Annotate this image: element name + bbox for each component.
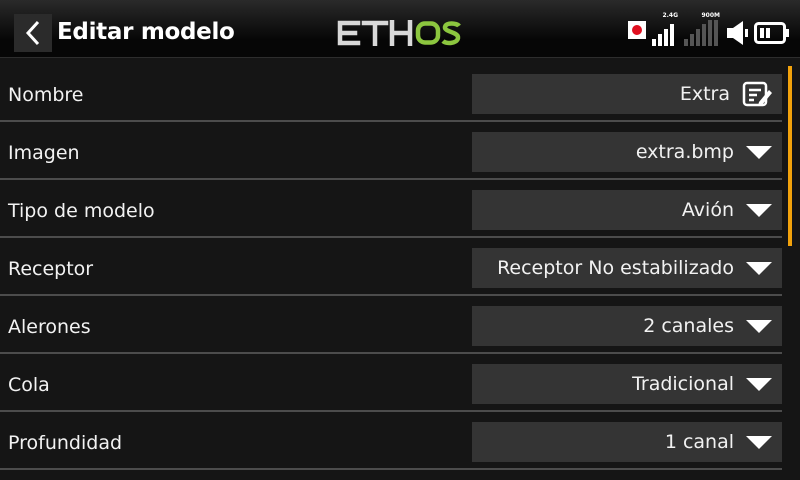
dropdown-arrow-icon bbox=[746, 377, 772, 391]
setting-label: Receptor bbox=[8, 258, 94, 280]
name-field[interactable]: Extra bbox=[472, 74, 782, 114]
signal-2-4g-label: 2.4G bbox=[662, 12, 678, 19]
status-icons: 2.4G 900M bbox=[628, 12, 790, 46]
receiver-dropdown[interactable]: Receptor No estabilizado bbox=[472, 248, 782, 288]
setting-row-profundidad: Profundidad 1 canal bbox=[0, 412, 800, 470]
setting-value: Extra bbox=[679, 83, 730, 105]
speaker-icon bbox=[727, 21, 748, 45]
signal-2-4g-icon: 2.4G bbox=[652, 12, 678, 46]
setting-value: Receptor No estabilizado bbox=[497, 257, 734, 279]
setting-value: Tradicional bbox=[632, 373, 734, 395]
setting-value: Avión bbox=[681, 199, 734, 221]
setting-label: Nombre bbox=[8, 84, 84, 106]
setting-row-receptor: Receptor Receptor No estabilizado bbox=[0, 238, 800, 296]
signal-900m-icon: 900M bbox=[684, 12, 720, 46]
setting-value: 1 canal bbox=[664, 431, 734, 453]
elevator-dropdown[interactable]: 1 canal bbox=[472, 422, 782, 462]
dropdown-arrow-icon bbox=[746, 319, 772, 333]
setting-label: Imagen bbox=[8, 142, 80, 164]
settings-list: Nombre Extra Imagen extra.bmp Tipo de mo… bbox=[0, 64, 800, 470]
setting-label: Tipo de modelo bbox=[8, 200, 155, 222]
setting-row-cola: Cola Tradicional bbox=[0, 354, 800, 412]
tail-dropdown[interactable]: Tradicional bbox=[472, 364, 782, 404]
edit-icon bbox=[742, 81, 772, 107]
model-type-dropdown[interactable]: Avión bbox=[472, 190, 782, 230]
row-divider bbox=[0, 468, 782, 470]
setting-row-tipo-de-modelo: Tipo de modelo Avión bbox=[0, 180, 800, 238]
setting-row-imagen: Imagen extra.bmp bbox=[0, 122, 800, 180]
setting-label: Profundidad bbox=[8, 432, 123, 454]
setting-value: 2 canales bbox=[643, 315, 734, 337]
chevron-left-icon bbox=[25, 20, 40, 46]
setting-row-nombre: Nombre Extra bbox=[0, 64, 800, 122]
dropdown-arrow-icon bbox=[746, 145, 772, 159]
setting-label: Alerones bbox=[8, 316, 91, 338]
dropdown-arrow-icon bbox=[746, 261, 772, 275]
setting-value: extra.bmp bbox=[635, 141, 734, 163]
dropdown-arrow-icon bbox=[746, 203, 772, 217]
scrollbar[interactable] bbox=[788, 66, 792, 246]
battery-icon bbox=[754, 22, 789, 44]
setting-label: Cola bbox=[8, 374, 50, 396]
image-dropdown[interactable]: extra.bmp bbox=[472, 132, 782, 172]
setting-row-alerones: Alerones 2 canales bbox=[0, 296, 800, 354]
dropdown-arrow-icon bbox=[746, 435, 772, 449]
record-icon bbox=[628, 21, 646, 39]
back-button[interactable] bbox=[14, 14, 52, 52]
ailerons-dropdown[interactable]: 2 canales bbox=[472, 306, 782, 346]
page-title: Editar modelo bbox=[57, 19, 235, 45]
top-bar: Editar modelo 2.4G 900M bbox=[0, 0, 800, 58]
ethos-logo bbox=[337, 20, 461, 46]
signal-900m-label: 900M bbox=[701, 12, 721, 19]
